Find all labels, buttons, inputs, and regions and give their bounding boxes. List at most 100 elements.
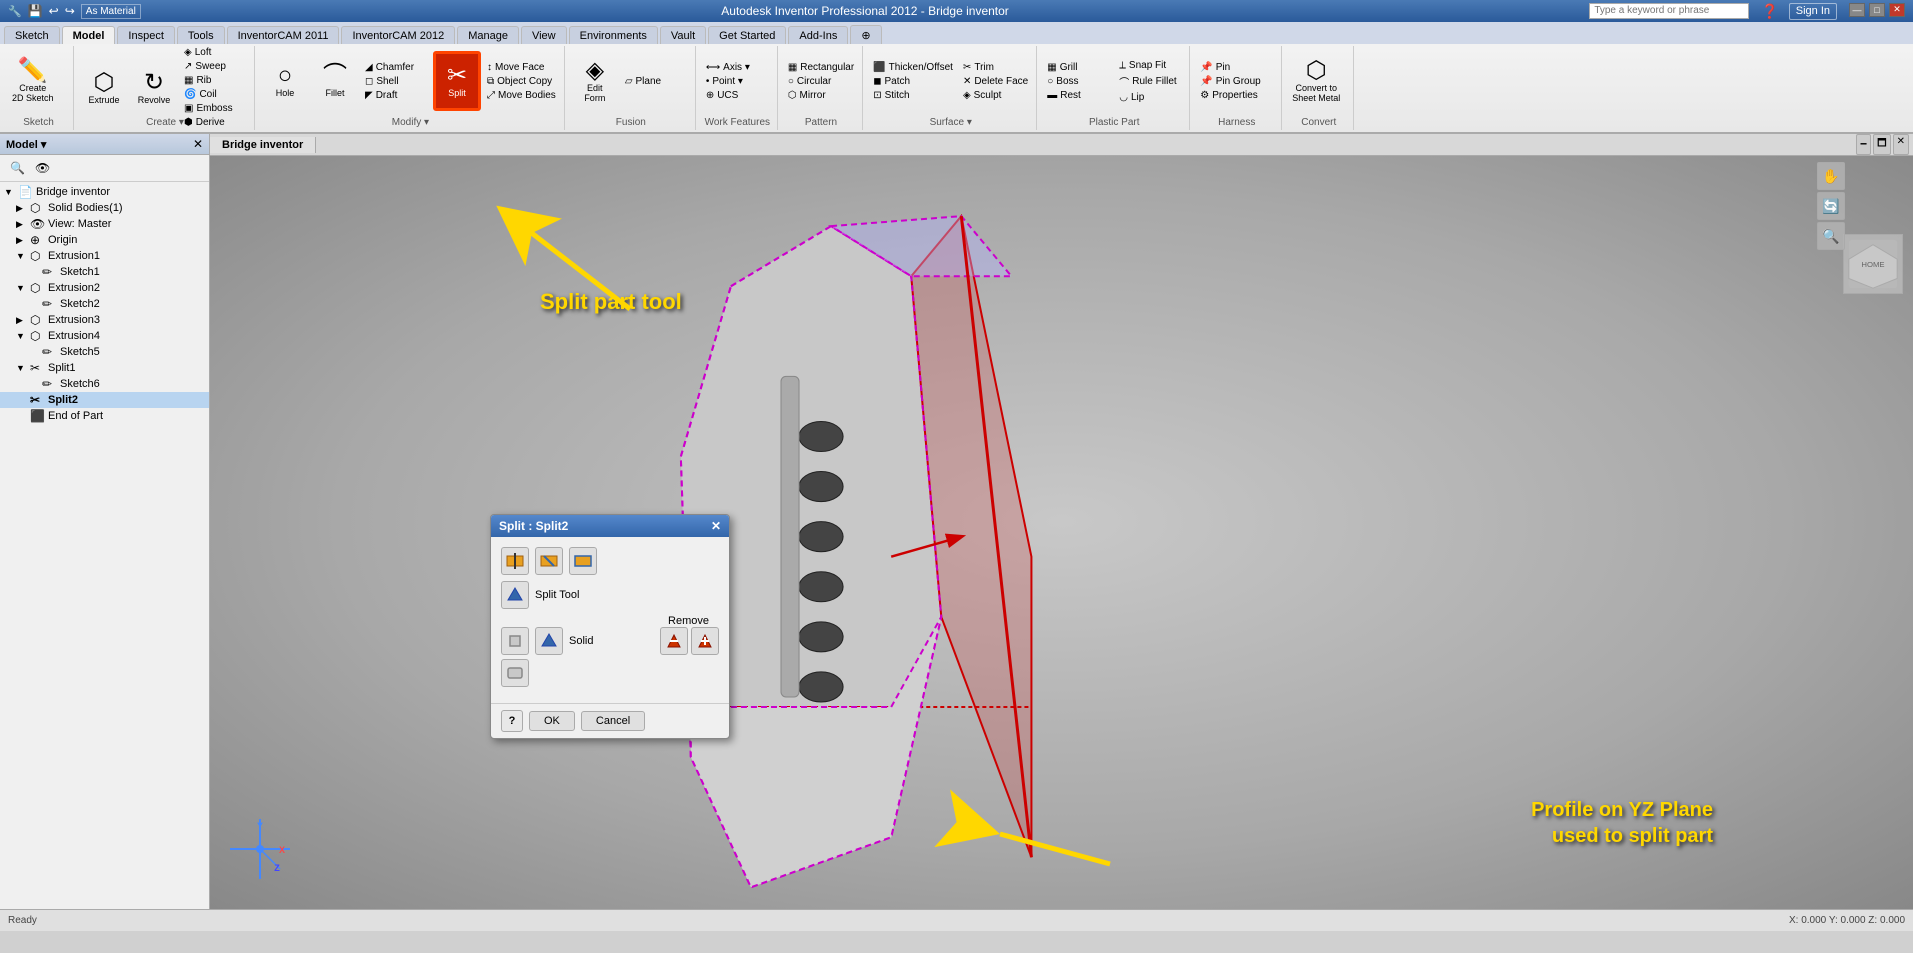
tree-expander[interactable]: ▼ <box>16 283 28 293</box>
tab-view[interactable]: View <box>521 26 567 44</box>
thicken-offset-button[interactable]: ⬛Thicken/Offset <box>869 61 957 74</box>
emboss-button[interactable]: ▣Emboss <box>180 102 250 115</box>
dialog-split-mode-btn1[interactable] <box>501 547 529 575</box>
chamfer-button[interactable]: ◢Chamfer <box>361 61 431 74</box>
tree-item-extrusion1[interactable]: ▼⬡Extrusion1 <box>0 248 209 264</box>
dialog-split-tool-selector[interactable] <box>501 581 529 609</box>
tree-expander[interactable]: ▼ <box>4 187 16 197</box>
tree-item-extrusion3[interactable]: ▶⬡Extrusion3 <box>0 312 209 328</box>
sweep-button[interactable]: ↗Sweep <box>180 60 250 73</box>
tree-item-bridge-inventor[interactable]: ▼📄Bridge inventor <box>0 184 209 200</box>
tab-inventorcam2012[interactable]: InventorCAM 2012 <box>341 26 455 44</box>
point-button[interactable]: •Point ▾ <box>702 75 772 88</box>
dialog-extra-btn[interactable] <box>501 659 529 687</box>
dialog-solid-selector[interactable] <box>535 627 563 655</box>
mirror-button[interactable]: ⬡Mirror <box>784 89 858 102</box>
axis-button[interactable]: ⟷Axis ▾ <box>702 61 772 74</box>
dialog-cancel-btn[interactable]: Cancel <box>581 711 645 731</box>
rule-fillet-button[interactable]: ⌒Rule Fillet <box>1115 73 1185 90</box>
tab-tools[interactable]: Tools <box>177 26 225 44</box>
tree-item-sketch2[interactable]: ✏Sketch2 <box>0 296 209 312</box>
dialog-ok-btn[interactable]: OK <box>529 711 575 731</box>
tree-expander[interactable]: ▼ <box>16 363 28 373</box>
tree-item-sketch1[interactable]: ✏Sketch1 <box>0 264 209 280</box>
viewport[interactable]: Bridge inventor 🗕 🗖 ✕ <box>210 134 1913 909</box>
properties-button[interactable]: ⚙Properties <box>1196 89 1266 102</box>
vp-minimize-btn[interactable]: 🗕 <box>1856 134 1871 155</box>
rib-button[interactable]: ▦Rib <box>180 74 250 87</box>
quick-access-undo[interactable]: ↩ <box>49 4 59 18</box>
quick-access-dropdown[interactable]: As Material <box>81 4 141 19</box>
move-face-button[interactable]: ↕Move Face <box>483 61 560 74</box>
dialog-split-mode-btn3[interactable] <box>569 547 597 575</box>
tree-item-sketch5[interactable]: ✏Sketch5 <box>0 344 209 360</box>
tab-add-ins[interactable]: Add-Ins <box>788 26 848 44</box>
circular-button[interactable]: ○Circular <box>784 75 858 88</box>
tree-item-origin[interactable]: ▶⊕Origin <box>0 232 209 248</box>
tab-manage[interactable]: Manage <box>457 26 519 44</box>
tab-model[interactable]: Model <box>62 26 116 44</box>
panel-filter-btn[interactable]: 🔍 <box>6 159 29 177</box>
viewport-tab-bridge[interactable]: Bridge inventor <box>210 137 316 153</box>
vp-close-btn[interactable]: ✕ <box>1893 134 1909 155</box>
tree-item-sketch6[interactable]: ✏Sketch6 <box>0 376 209 392</box>
zoom-button[interactable]: 🔍 <box>1817 222 1845 250</box>
tree-item-split1[interactable]: ▼✂Split1 <box>0 360 209 376</box>
loft-button[interactable]: ◈Loft <box>180 46 250 59</box>
extrude-button[interactable]: ⬡ Extrude <box>80 58 128 118</box>
vp-maximize-btn[interactable]: 🗖 <box>1873 134 1891 155</box>
tab-more[interactable]: ⊕ <box>850 25 881 44</box>
fillet-button[interactable]: ⌒ Fillet <box>311 51 359 111</box>
rest-button[interactable]: ▬Rest <box>1043 89 1113 102</box>
tree-item-extrusion2[interactable]: ▼⬡Extrusion2 <box>0 280 209 296</box>
tab-inventorcam2011[interactable]: InventorCAM 2011 <box>227 26 340 44</box>
quick-access-redo[interactable]: ↪ <box>65 4 75 18</box>
quick-access-save[interactable]: 💾 <box>28 4 43 18</box>
tree-expander[interactable]: ▶ <box>16 235 28 246</box>
snap-fit-button[interactable]: ⟂Snap Fit <box>1115 59 1185 72</box>
tree-expander[interactable]: ▼ <box>16 331 28 341</box>
tree-item-view:-master[interactable]: ▶👁View: Master <box>0 216 209 232</box>
boss-button[interactable]: ○Boss <box>1043 75 1113 88</box>
panel-view-btn[interactable]: 👁 <box>31 159 54 177</box>
draft-button[interactable]: ◤Draft <box>361 89 431 102</box>
dialog-solid-icon[interactable] <box>501 627 529 655</box>
close-btn[interactable]: ✕ <box>1889 3 1905 17</box>
title-search-input[interactable] <box>1589 3 1749 19</box>
grill-button[interactable]: ▦Grill <box>1043 61 1113 74</box>
pin-button[interactable]: 📌Pin <box>1196 61 1266 74</box>
rectangular-button[interactable]: ▦Rectangular <box>784 61 858 74</box>
create-2d-sketch-button[interactable]: ✏️ Create2D Sketch <box>8 51 58 111</box>
ucs-button[interactable]: ⊕UCS <box>702 89 772 102</box>
object-copy-button[interactable]: ⧉Object Copy <box>483 75 560 88</box>
signin-btn[interactable]: Sign In <box>1789 3 1837 20</box>
maximize-btn[interactable]: □ <box>1869 3 1885 17</box>
shell-button[interactable]: ◻Shell <box>361 75 431 88</box>
tab-sketch[interactable]: Sketch <box>4 26 60 44</box>
tab-get-started[interactable]: Get Started <box>708 26 786 44</box>
delete-face-button[interactable]: ✕Delete Face <box>959 75 1032 88</box>
dialog-close-btn[interactable]: ✕ <box>711 519 721 533</box>
stitch-button[interactable]: ⊡Stitch <box>869 89 957 102</box>
lip-button[interactable]: ◡Lip <box>1115 91 1185 104</box>
sculpt-button[interactable]: ◈Sculpt <box>959 89 1032 102</box>
dialog-help-btn[interactable]: ? <box>501 710 523 732</box>
orbit-button[interactable]: 🔄 <box>1817 192 1845 220</box>
tree-expander[interactable]: ▶ <box>16 219 28 230</box>
pin-group-button[interactable]: 📌Pin Group <box>1196 75 1266 88</box>
convert-sheet-metal-button[interactable]: ⬡ Convert toSheet Metal <box>1288 51 1344 111</box>
hole-button[interactable]: ○ Hole <box>261 51 309 111</box>
help-icon[interactable]: ❓ <box>1761 3 1778 20</box>
edit-form-button[interactable]: ◈ EditForm <box>571 51 619 111</box>
split-button[interactable]: ✂ Split <box>433 51 481 111</box>
plane-button[interactable]: ▱Plane <box>621 75 691 88</box>
pan-button[interactable]: ✋ <box>1817 162 1845 190</box>
search-box[interactable] <box>1589 3 1749 20</box>
tab-environments[interactable]: Environments <box>569 26 658 44</box>
move-bodies-button[interactable]: ⤢Move Bodies <box>483 89 560 102</box>
tree-expander[interactable]: ▶ <box>16 203 28 214</box>
revolve-button[interactable]: ↻ Revolve <box>130 58 178 118</box>
tree-item-solid-bodies1[interactable]: ▶⬡Solid Bodies(1) <box>0 200 209 216</box>
coil-button[interactable]: 🌀Coil <box>180 88 250 101</box>
tree-item-split2[interactable]: ✂Split2 <box>0 392 209 408</box>
